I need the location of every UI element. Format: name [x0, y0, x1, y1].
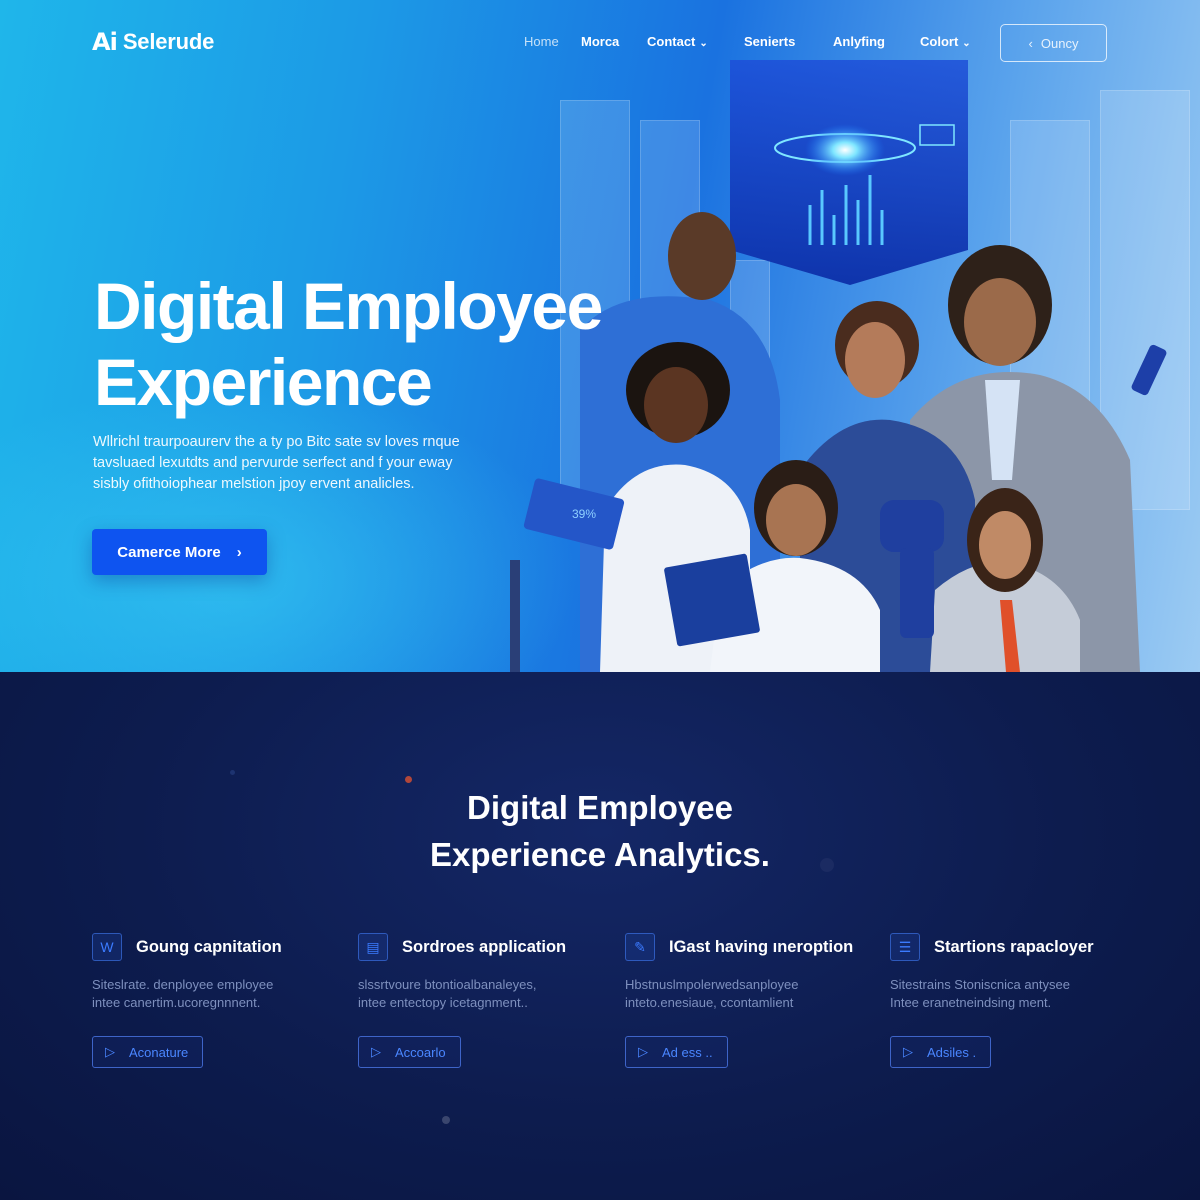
feature-description-line-1: Hbstnuslmpolerwedsanployee — [625, 977, 799, 992]
feature-description-line-1: Sitestrains Stoniscnica antysee — [890, 977, 1070, 992]
brand-name: Selerude — [122, 29, 215, 54]
list-icon: ☰ — [890, 933, 920, 961]
hero-cta-button[interactable]: Camerce More › — [92, 529, 267, 575]
play-icon: ▷ — [903, 1044, 913, 1059]
feature-card: W Goung capnitation Siteslrate. denploye… — [92, 932, 322, 1068]
feature-title: IGast having ıneroption — [669, 937, 854, 956]
feature-title: Startions rapacloyer — [934, 937, 1094, 956]
analytics-title-line-2: Experience Analytics. — [430, 836, 770, 873]
feature-button-label: Adsiles . — [927, 1044, 977, 1060]
feature-button[interactable]: ▷ Ad ess .. — [625, 1036, 728, 1068]
feature-description: Hbstnuslmpolerwedsanployee inteto.enesia… — [625, 976, 855, 1012]
nav-item-colort-label: Colort — [920, 34, 959, 49]
chevron-right-icon: › — [236, 543, 242, 561]
query-button[interactable]: ‹ Ouncy — [1000, 24, 1107, 62]
chevron-down-icon: ⌄ — [699, 38, 708, 49]
hero-title-line-2: Experience — [94, 345, 433, 419]
feature-description-line-2: inteto.enesiaue, ccontamlient — [625, 995, 794, 1010]
brand-mark: Ai — [92, 28, 118, 56]
feature-button[interactable]: ▷ Aconature — [92, 1036, 204, 1068]
feature-description-line-2: intee canertim.ucoregnnnent. — [92, 995, 261, 1010]
nav-item-colort[interactable]: Colort ⌄ — [920, 34, 971, 49]
feature-description-line-2: intee entectopy icetagnment.. — [358, 995, 528, 1010]
hero-description: Wllrichl traurpoaurerv the a ty po Bitc … — [93, 432, 513, 495]
feature-description-line-1: Siteslrate. denployee employee — [92, 977, 274, 992]
brand-logo[interactable]: Ai Selerude — [92, 28, 214, 56]
feature-card: ☰ Startions rapacloyer Sitestrains Stoni… — [890, 932, 1120, 1068]
play-icon: ▷ — [638, 1044, 648, 1059]
feature-button[interactable]: ▷ Accoarlo — [358, 1036, 461, 1068]
nav-item-contact[interactable]: Contact ⌄ — [647, 34, 708, 49]
chevron-left-icon: ‹ — [1028, 35, 1033, 51]
chevron-down-icon: ⌄ — [962, 38, 971, 49]
feature-description-line-1: slssrtvoure btontioalbanaleyes, — [358, 977, 537, 992]
analytics-title: Digital Employee Experience Analytics. — [300, 784, 900, 878]
hologram-panel — [730, 60, 968, 285]
analytics-title-line-1: Digital Employee — [467, 789, 733, 826]
nav-item-contact-label: Contact — [647, 34, 696, 49]
hero-description-line-3: sisbly ofithoiophear melstion jpoy erven… — [93, 476, 415, 492]
play-icon: ▷ — [105, 1044, 115, 1059]
feature-button-label: Ad ess .. — [662, 1044, 713, 1060]
query-button-label: Ouncy — [1040, 35, 1079, 51]
decorative-dot — [405, 776, 412, 783]
nav-item-anlyfing[interactable]: Anlyfing — [833, 34, 885, 49]
feature-card: ▤ Sordroes application slssrtvoure btont… — [358, 932, 588, 1068]
feature-button-label: Aconature — [129, 1044, 189, 1060]
nav-item-morca[interactable]: Morca — [581, 34, 619, 49]
feature-description: slssrtvoure btontioalbanaleyes, intee en… — [358, 976, 588, 1012]
hero-title: Digital Employee Experience — [94, 268, 654, 420]
nav-item-senierts[interactable]: Senierts — [744, 34, 795, 49]
hero-title-line-1: Digital Employee — [94, 269, 603, 343]
tablet-readout: 39% — [572, 507, 596, 521]
hero-description-line-1: Wllrichl traurpoaurerv the a ty po Bitc … — [93, 434, 460, 450]
feature-description-line-2: Intee eranetneindsing ment. — [890, 995, 1052, 1010]
briefcase-icon: ▤ — [358, 933, 388, 961]
pen-icon: ✎ — [625, 933, 655, 961]
play-icon: ▷ — [371, 1044, 381, 1059]
feature-description: Siteslrate. denployee employee intee can… — [92, 976, 322, 1012]
hero-description-line-2: tavsluaed lexutdts and pervurde serfect … — [93, 455, 453, 471]
decorative-dot — [230, 770, 235, 775]
decorative-dot — [442, 1116, 450, 1124]
hero-section: 39% Ai Selerude Home Morca Contact ⌄ Sen… — [0, 0, 1200, 672]
feature-button-label: Accoarlo — [395, 1044, 446, 1060]
feature-title: Goung capnitation — [136, 937, 282, 956]
feature-title: Sordroes application — [402, 937, 567, 956]
nav-item-home[interactable]: Home — [524, 34, 559, 49]
feature-button[interactable]: ▷ Adsiles . — [890, 1036, 992, 1068]
document-icon: W — [92, 933, 122, 961]
hero-cta-label: Camerce More — [117, 543, 221, 561]
analytics-section: Digital Employee Experience Analytics. W… — [0, 672, 1200, 1200]
feature-card: ✎ IGast having ıneroption Hbstnuslmpoler… — [625, 932, 855, 1068]
feature-description: Sitestrains Stoniscnica antysee Intee er… — [890, 976, 1120, 1012]
